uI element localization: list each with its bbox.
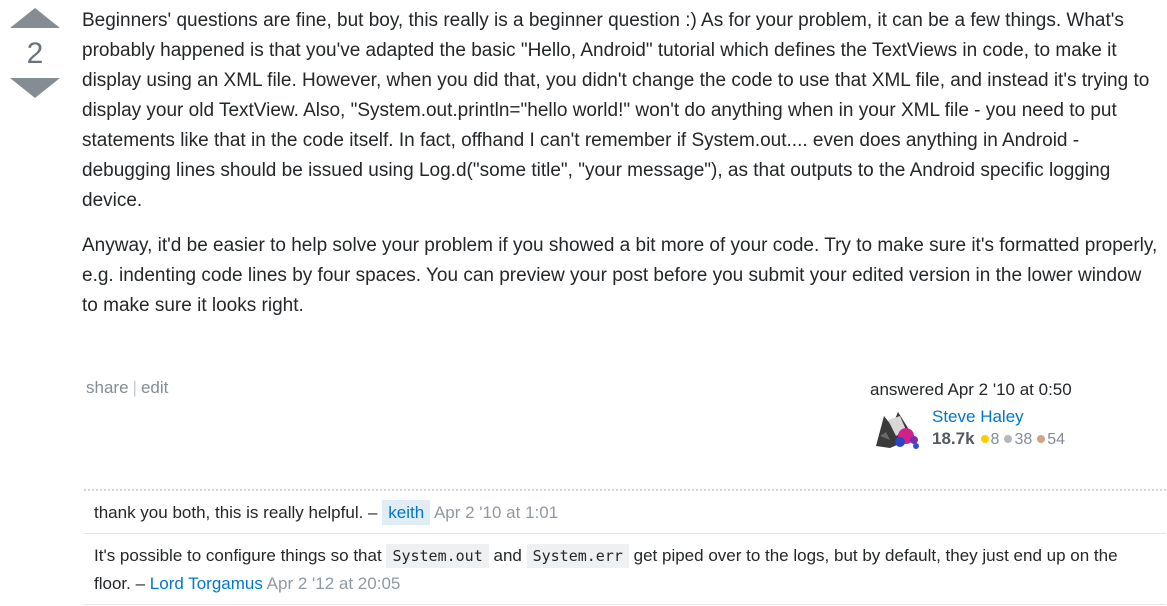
reputation-score: 18.7k bbox=[932, 429, 975, 448]
silver-badge-icon bbox=[1004, 434, 1013, 443]
gold-badge-count: 8 bbox=[990, 431, 1000, 448]
comment-user-link[interactable]: Lord Torgamus bbox=[150, 574, 263, 593]
comment-text: thank you both, this is really helpful. … bbox=[94, 503, 378, 522]
vote-cell: 2 bbox=[8, 8, 62, 98]
upvote-arrow-icon[interactable] bbox=[10, 8, 60, 28]
comment-text: It's possible to configure things so tha… bbox=[94, 546, 382, 565]
gold-badge-icon bbox=[980, 434, 989, 443]
answer-paragraph-1: Beginners' questions are fine, but boy, … bbox=[82, 10, 1150, 211]
comment-user-link[interactable]: keith bbox=[382, 500, 431, 525]
bronze-badge-count: 54 bbox=[1047, 431, 1066, 448]
answer-body: Beginners' questions are fine, but boy, … bbox=[82, 6, 1162, 336]
vote-count: 2 bbox=[26, 37, 44, 70]
inline-code: System.err bbox=[526, 544, 629, 568]
comment-text: and bbox=[493, 546, 522, 565]
inline-code: System.out bbox=[386, 544, 489, 568]
menu-separator: | bbox=[132, 378, 137, 397]
comment-date[interactable]: Apr 2 '10 at 1:01 bbox=[434, 503, 558, 522]
user-name-link[interactable]: Steve Haley bbox=[932, 407, 1024, 426]
answered-time: answered Apr 2 '10 at 0:50 bbox=[870, 380, 1072, 399]
edit-link[interactable]: edit bbox=[141, 378, 168, 397]
share-link[interactable]: share bbox=[86, 378, 129, 397]
comments-list: thank you both, this is really helpful. … bbox=[84, 489, 1166, 605]
downvote-arrow-icon[interactable] bbox=[10, 78, 60, 98]
post-menu: share | edit bbox=[86, 378, 168, 398]
comment: thank you both, this is really helpful. … bbox=[84, 491, 1166, 534]
answer-paragraph-2: Anyway, it'd be easier to help solve you… bbox=[82, 235, 1158, 316]
comment-date[interactable]: Apr 2 '12 at 20:05 bbox=[267, 574, 401, 593]
silver-badge-count: 38 bbox=[1014, 431, 1033, 448]
bronze-badge-icon bbox=[1037, 434, 1046, 443]
avatar[interactable] bbox=[870, 406, 928, 454]
user-info-card: answered Apr 2 '10 at 0:50 Steve Haley 1… bbox=[870, 380, 1160, 454]
comment: It's possible to configure things so tha… bbox=[84, 534, 1166, 605]
